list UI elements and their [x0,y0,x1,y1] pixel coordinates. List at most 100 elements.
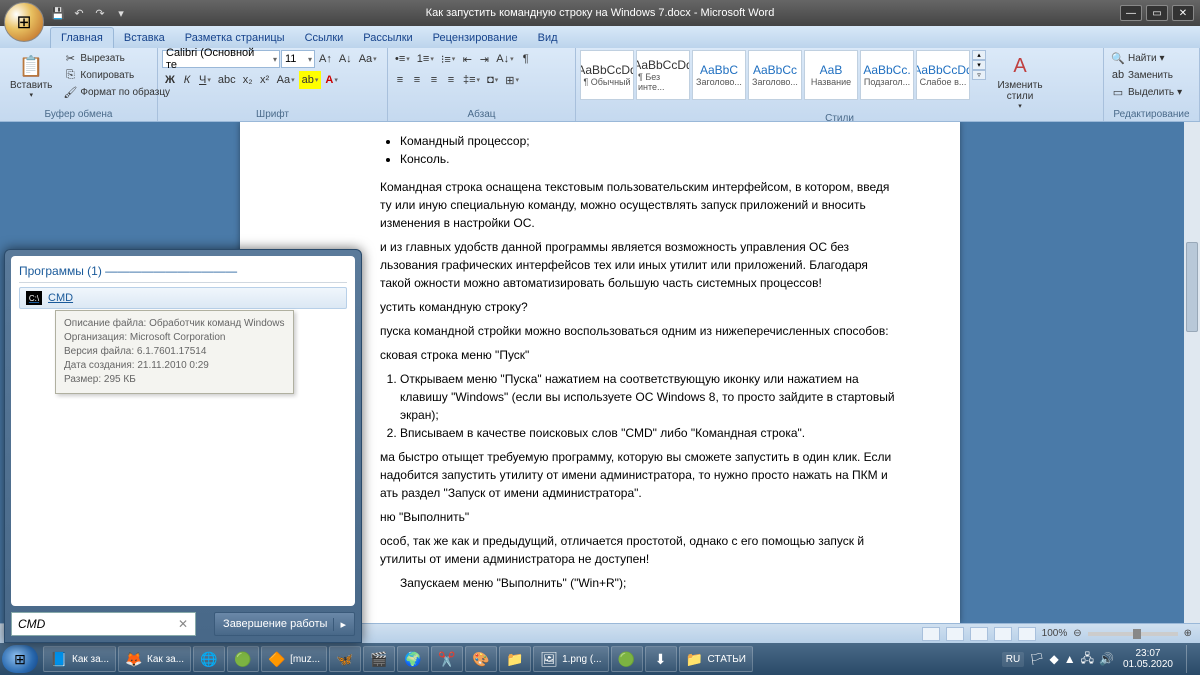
taskbar-item[interactable]: 🖼1.png (... [533,646,608,672]
language-indicator[interactable]: RU [1002,652,1024,667]
taskbar-item[interactable]: 🔶[muz... [261,646,327,672]
grow-font-button[interactable]: A↑ [316,50,335,68]
shutdown-arrow-icon[interactable]: ▸ [333,618,346,631]
start-result-cmd[interactable]: C:\ CMD [19,287,347,309]
view-read-button[interactable] [946,627,964,641]
align-right-button[interactable]: ≡ [426,71,442,89]
subscript-button[interactable]: x₂ [240,71,256,89]
underline-button[interactable]: Ч [196,71,214,89]
tab-view[interactable]: Вид [528,28,568,48]
zoom-level[interactable]: 100% [1042,628,1068,639]
clock[interactable]: 23:07 01.05.2020 [1119,648,1177,670]
tray-network-icon[interactable]: 🖧 [1081,649,1094,670]
taskbar-item[interactable]: 📁СТАТЬИ [679,646,753,672]
justify-button[interactable]: ≡ [443,71,459,89]
replace-button[interactable]: abЗаменить [1108,67,1185,83]
format-painter-button[interactable]: 🖌Формат по образцу [60,84,173,100]
line-spacing-button[interactable]: ‡≡ [460,71,483,89]
office-button[interactable]: ⊞ [4,2,44,42]
view-outline-button[interactable] [994,627,1012,641]
styles-gallery[interactable]: AaBbCcDd¶ ОбычныйAaBbCcDd¶ Без инте...Aa… [580,50,970,100]
tray-icon[interactable]: ▲ [1064,652,1076,666]
gallery-up-icon[interactable]: ▴ [972,50,986,60]
tray-volume-icon[interactable]: 🔊 [1099,652,1114,666]
show-marks-button[interactable]: ¶ [518,50,534,68]
gallery-more-icon[interactable]: ▿ [972,70,986,80]
clear-format-button[interactable]: Aa [356,50,380,68]
style-item[interactable]: AaBbCcDdСлабое в... [916,50,970,100]
taskbar-item[interactable]: 🟢 [227,646,259,672]
zoom-out-button[interactable]: ⊖ [1073,628,1081,639]
change-case-button[interactable]: Aa [274,71,298,89]
bold-button[interactable]: Ж [162,71,178,89]
indent-dec-button[interactable]: ⇤ [459,50,475,68]
zoom-slider[interactable] [1088,632,1178,636]
borders-button[interactable]: ⊞ [502,71,522,89]
bullets-button[interactable]: •≡ [392,50,413,68]
shrink-font-button[interactable]: A↓ [336,50,355,68]
cut-button[interactable]: ✂Вырезать [60,50,173,66]
paste-button[interactable]: 📋Вставить▾ [4,50,58,101]
vertical-scrollbar[interactable] [1184,122,1200,623]
find-button[interactable]: 🔍Найти ▾ [1108,50,1185,66]
shading-button[interactable]: ◘ [484,71,501,89]
qat-undo-icon[interactable]: ↶ [69,4,89,22]
strike-button[interactable]: abc [215,71,239,89]
taskbar-item[interactable]: 🌐 [193,646,225,672]
zoom-in-button[interactable]: ⊕ [1184,628,1192,639]
view-web-button[interactable] [970,627,988,641]
view-draft-button[interactable] [1018,627,1036,641]
font-name-combo[interactable]: Calibri (Основной те [162,50,280,68]
highlight-button[interactable]: ab [299,71,322,89]
tab-references[interactable]: Ссылки [295,28,354,48]
tab-insert[interactable]: Вставка [114,28,175,48]
numbering-button[interactable]: 1≡ [414,50,437,68]
style-item[interactable]: AaBbCc.Подзагол... [860,50,914,100]
font-size-combo[interactable]: 11 [281,50,315,68]
tab-home[interactable]: Главная [50,27,114,48]
taskbar-item[interactable]: 📁 [499,646,531,672]
clear-search-icon[interactable]: ✕ [178,617,188,631]
tab-review[interactable]: Рецензирование [423,28,528,48]
indent-inc-button[interactable]: ⇥ [476,50,492,68]
change-styles-button[interactable]: AИзменить стили▾ [988,50,1052,112]
taskbar-item[interactable]: 📘Как за... [43,646,116,672]
scroll-thumb[interactable] [1186,242,1198,332]
font-color-button[interactable]: A [322,71,340,89]
copy-button[interactable]: ⎘Копировать [60,67,173,83]
style-item[interactable]: AaBbCcЗаголово... [748,50,802,100]
sort-button[interactable]: A↓ [493,50,516,68]
taskbar-item[interactable]: 🦊Как за... [118,646,191,672]
align-center-button[interactable]: ≡ [409,71,425,89]
qat-more-icon[interactable]: ▾ [111,4,131,22]
superscript-button[interactable]: x² [257,71,273,89]
align-left-button[interactable]: ≡ [392,71,408,89]
qat-redo-icon[interactable]: ↷ [90,4,110,22]
taskbar-item[interactable]: 🦋 [329,646,361,672]
italic-button[interactable]: К [179,71,195,89]
minimize-button[interactable]: — [1120,5,1142,21]
style-item[interactable]: AaBbCЗаголово... [692,50,746,100]
gallery-down-icon[interactable]: ▾ [972,60,986,70]
taskbar-item[interactable]: 🎨 [465,646,497,672]
shutdown-button[interactable]: Завершение работы▸ [214,612,355,636]
taskbar-item[interactable]: 🌍 [397,646,429,672]
show-desktop-button[interactable] [1186,645,1196,673]
style-item[interactable]: AaBbCcDd¶ Без инте... [636,50,690,100]
multilevel-button[interactable]: ⁝≡ [438,50,458,68]
qat-save-icon[interactable]: 💾 [48,4,68,22]
tab-layout[interactable]: Разметка страницы [175,28,295,48]
select-button[interactable]: ▭Выделить ▾ [1108,84,1185,100]
start-button[interactable]: ⊞ [2,645,38,673]
view-print-button[interactable] [922,627,940,641]
taskbar-item[interactable]: ✂️ [431,646,463,672]
taskbar-item[interactable]: ⬇ [645,646,677,672]
maximize-button[interactable]: ▭ [1146,5,1168,21]
close-button[interactable]: ✕ [1172,5,1194,21]
style-item[interactable]: AaBНазвание [804,50,858,100]
start-search-input[interactable] [11,612,196,636]
style-item[interactable]: AaBbCcDd¶ Обычный [580,50,634,100]
taskbar-item[interactable]: 🟢 [611,646,643,672]
taskbar-item[interactable]: 🎬 [363,646,395,672]
tray-flag-icon[interactable]: 🏳 [1029,652,1044,666]
